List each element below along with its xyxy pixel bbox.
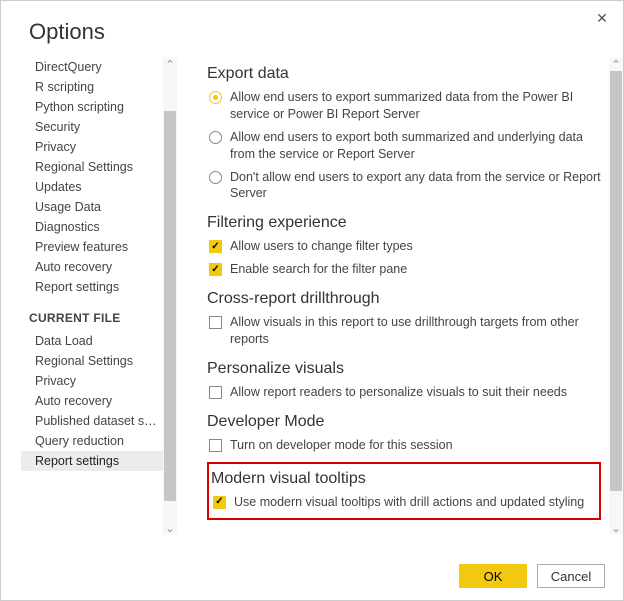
sidebar-list: DirectQuery R scripting Python scripting… xyxy=(21,57,163,535)
main-scroll-track[interactable] xyxy=(609,71,623,521)
highlight-modern-tooltips: Modern visual tooltips Use modern visual… xyxy=(207,462,601,521)
option-label: Allow users to change filter types xyxy=(230,238,601,255)
dialog-footer: OK Cancel xyxy=(459,564,605,588)
scroll-up-icon[interactable]: ⌃ xyxy=(609,57,623,71)
scroll-up-icon[interactable]: ⌃ xyxy=(163,57,177,71)
developer-option-1[interactable]: Turn on developer mode for this session xyxy=(207,435,601,458)
main-scroll-thumb[interactable] xyxy=(610,71,622,491)
option-label: Use modern visual tooltips with drill ac… xyxy=(234,494,593,511)
radio-icon[interactable] xyxy=(209,171,222,184)
main-scrollbar[interactable]: ⌃ ⌄ xyxy=(609,57,623,535)
nav-auto-recovery[interactable]: Auto recovery xyxy=(21,257,163,277)
nav-security[interactable]: Security xyxy=(21,117,163,137)
option-label: Allow end users to export both summarize… xyxy=(230,129,601,163)
nav-preview-features[interactable]: Preview features xyxy=(21,237,163,257)
radio-icon[interactable] xyxy=(209,91,222,104)
close-button[interactable]: ✕ xyxy=(591,7,613,29)
sidebar-scroll-thumb[interactable] xyxy=(164,111,176,501)
section-export-data: Export data xyxy=(207,65,601,83)
nav-cf-report-settings[interactable]: Report settings xyxy=(21,451,163,471)
crossreport-option-1[interactable]: Allow visuals in this report to use dril… xyxy=(207,312,601,352)
nav-usage-data[interactable]: Usage Data xyxy=(21,197,163,217)
nav-updates[interactable]: Updates xyxy=(21,177,163,197)
option-label: Turn on developer mode for this session xyxy=(230,437,601,454)
nav-cf-auto-recovery[interactable]: Auto recovery xyxy=(21,391,163,411)
checkbox-icon[interactable] xyxy=(209,240,222,253)
nav-header-current-file: CURRENT FILE xyxy=(21,297,163,331)
nav-cf-query-reduction[interactable]: Query reduction xyxy=(21,431,163,451)
nav-cf-data-load[interactable]: Data Load xyxy=(21,331,163,351)
main-pane: Export data Allow end users to export su… xyxy=(181,57,623,535)
section-tooltips: Modern visual tooltips xyxy=(211,470,593,488)
nav-report-settings[interactable]: Report settings xyxy=(21,277,163,297)
sidebar: DirectQuery R scripting Python scripting… xyxy=(21,57,181,535)
section-filtering: Filtering experience xyxy=(207,214,601,232)
section-crossreport: Cross-report drillthrough xyxy=(207,290,601,308)
option-label: Allow visuals in this report to use dril… xyxy=(230,314,601,348)
nav-regional-settings[interactable]: Regional Settings xyxy=(21,157,163,177)
checkbox-icon[interactable] xyxy=(209,263,222,276)
dialog-title: Options xyxy=(1,1,623,57)
checkbox-icon[interactable] xyxy=(209,386,222,399)
filtering-option-1[interactable]: Allow users to change filter types xyxy=(207,236,601,259)
nav-cf-published-dataset[interactable]: Published dataset set... xyxy=(21,411,163,431)
scroll-down-icon[interactable]: ⌄ xyxy=(609,521,623,535)
option-label: Allow end users to export summarized dat… xyxy=(230,89,601,123)
settings-panel: Export data Allow end users to export su… xyxy=(207,57,609,535)
option-label: Don't allow end users to export any data… xyxy=(230,169,601,203)
nav-python-scripting[interactable]: Python scripting xyxy=(21,97,163,117)
section-developer: Developer Mode xyxy=(207,413,601,431)
export-option-1[interactable]: Allow end users to export summarized dat… xyxy=(207,87,601,127)
section-personalize: Personalize visuals xyxy=(207,360,601,378)
nav-diagnostics[interactable]: Diagnostics xyxy=(21,217,163,237)
personalize-option-1[interactable]: Allow report readers to personalize visu… xyxy=(207,382,601,405)
cancel-button[interactable]: Cancel xyxy=(537,564,605,588)
checkbox-icon[interactable] xyxy=(213,496,226,509)
tooltips-option-1[interactable]: Use modern visual tooltips with drill ac… xyxy=(211,492,593,515)
content-row: DirectQuery R scripting Python scripting… xyxy=(1,57,623,535)
nav-cf-regional-settings[interactable]: Regional Settings xyxy=(21,351,163,371)
nav-r-scripting[interactable]: R scripting xyxy=(21,77,163,97)
export-option-3[interactable]: Don't allow end users to export any data… xyxy=(207,167,601,207)
nav-directquery[interactable]: DirectQuery xyxy=(21,57,163,77)
checkbox-icon[interactable] xyxy=(209,316,222,329)
nav-privacy[interactable]: Privacy xyxy=(21,137,163,157)
option-label: Enable search for the filter pane xyxy=(230,261,601,278)
nav-cf-privacy[interactable]: Privacy xyxy=(21,371,163,391)
filtering-option-2[interactable]: Enable search for the filter pane xyxy=(207,259,601,282)
sidebar-scroll-track[interactable] xyxy=(163,71,177,521)
scroll-down-icon[interactable]: ⌄ xyxy=(163,521,177,535)
export-option-2[interactable]: Allow end users to export both summarize… xyxy=(207,127,601,167)
option-label: Allow report readers to personalize visu… xyxy=(230,384,601,401)
sidebar-scrollbar[interactable]: ⌃ ⌄ xyxy=(163,57,177,535)
ok-button[interactable]: OK xyxy=(459,564,527,588)
checkbox-icon[interactable] xyxy=(209,439,222,452)
radio-icon[interactable] xyxy=(209,131,222,144)
